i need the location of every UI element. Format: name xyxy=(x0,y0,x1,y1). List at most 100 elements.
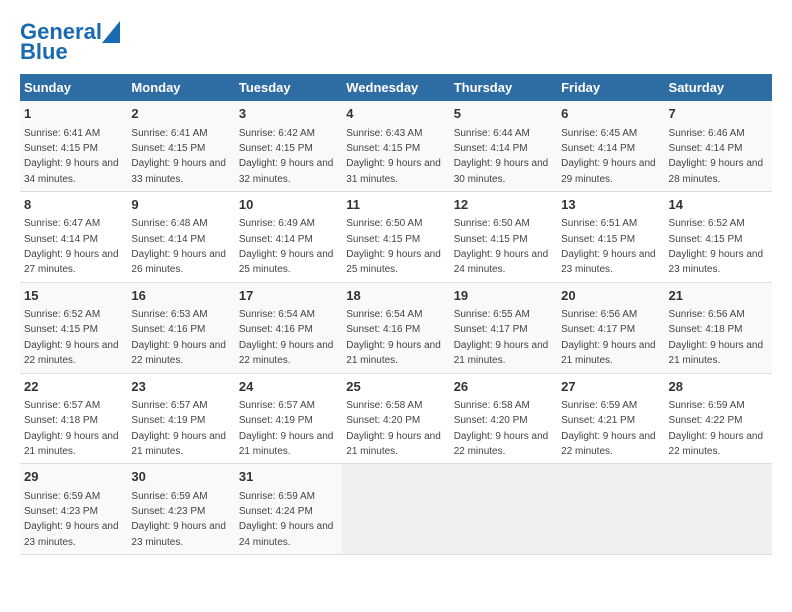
sunset-info: Sunset: 4:15 PM xyxy=(131,143,205,154)
sunset-info: Sunset: 4:15 PM xyxy=(24,143,98,154)
sunset-info: Sunset: 4:15 PM xyxy=(346,143,420,154)
logo-text-line2: Blue xyxy=(20,40,68,64)
sunrise-info: Sunrise: 6:57 AM xyxy=(24,400,100,411)
header-saturday: Saturday xyxy=(665,74,772,101)
sunset-info: Sunset: 4:17 PM xyxy=(454,324,528,335)
day-number: 12 xyxy=(454,196,553,214)
day-cell: 6 Sunrise: 6:45 AM Sunset: 4:14 PM Dayli… xyxy=(557,101,664,191)
sunset-info: Sunset: 4:20 PM xyxy=(454,415,528,426)
daylight-info: Daylight: 9 hours and 22 minutes. xyxy=(131,340,226,366)
sunset-info: Sunset: 4:14 PM xyxy=(454,143,528,154)
day-number: 17 xyxy=(239,287,338,305)
sunset-info: Sunset: 4:20 PM xyxy=(346,415,420,426)
sunset-info: Sunset: 4:15 PM xyxy=(346,234,420,245)
day-number: 26 xyxy=(454,378,553,396)
header-sunday: Sunday xyxy=(20,74,127,101)
day-number: 7 xyxy=(669,105,768,123)
day-number: 1 xyxy=(24,105,123,123)
sunset-info: Sunset: 4:14 PM xyxy=(239,234,313,245)
daylight-info: Daylight: 9 hours and 21 minutes. xyxy=(239,431,334,457)
daylight-info: Daylight: 9 hours and 23 minutes. xyxy=(669,249,764,275)
calendar-table: SundayMondayTuesdayWednesdayThursdayFrid… xyxy=(20,74,772,555)
sunset-info: Sunset: 4:16 PM xyxy=(239,324,313,335)
day-cell xyxy=(557,464,664,555)
day-cell: 21 Sunrise: 6:56 AM Sunset: 4:18 PM Dayl… xyxy=(665,282,772,373)
week-row-4: 22 Sunrise: 6:57 AM Sunset: 4:18 PM Dayl… xyxy=(20,373,772,464)
sunrise-info: Sunrise: 6:59 AM xyxy=(669,400,745,411)
sunrise-info: Sunrise: 6:42 AM xyxy=(239,128,315,139)
day-number: 21 xyxy=(669,287,768,305)
day-number: 16 xyxy=(131,287,230,305)
sunrise-info: Sunrise: 6:46 AM xyxy=(669,128,745,139)
sunrise-info: Sunrise: 6:56 AM xyxy=(561,309,637,320)
day-number: 31 xyxy=(239,468,338,486)
day-number: 10 xyxy=(239,196,338,214)
day-number: 24 xyxy=(239,378,338,396)
daylight-info: Daylight: 9 hours and 21 minutes. xyxy=(454,340,549,366)
day-number: 2 xyxy=(131,105,230,123)
daylight-info: Daylight: 9 hours and 21 minutes. xyxy=(346,431,441,457)
day-number: 9 xyxy=(131,196,230,214)
sunrise-info: Sunrise: 6:49 AM xyxy=(239,218,315,229)
day-number: 29 xyxy=(24,468,123,486)
day-cell: 16 Sunrise: 6:53 AM Sunset: 4:16 PM Dayl… xyxy=(127,282,234,373)
day-cell xyxy=(342,464,449,555)
sunset-info: Sunset: 4:15 PM xyxy=(669,234,743,245)
sunrise-info: Sunrise: 6:58 AM xyxy=(346,400,422,411)
day-number: 3 xyxy=(239,105,338,123)
day-cell: 17 Sunrise: 6:54 AM Sunset: 4:16 PM Dayl… xyxy=(235,282,342,373)
sunrise-info: Sunrise: 6:57 AM xyxy=(239,400,315,411)
day-cell: 19 Sunrise: 6:55 AM Sunset: 4:17 PM Dayl… xyxy=(450,282,557,373)
day-cell: 31 Sunrise: 6:59 AM Sunset: 4:24 PM Dayl… xyxy=(235,464,342,555)
daylight-info: Daylight: 9 hours and 28 minutes. xyxy=(669,158,764,184)
daylight-info: Daylight: 9 hours and 33 minutes. xyxy=(131,158,226,184)
day-number: 22 xyxy=(24,378,123,396)
week-row-3: 15 Sunrise: 6:52 AM Sunset: 4:15 PM Dayl… xyxy=(20,282,772,373)
day-cell: 13 Sunrise: 6:51 AM Sunset: 4:15 PM Dayl… xyxy=(557,192,664,283)
sunrise-info: Sunrise: 6:59 AM xyxy=(239,491,315,502)
day-cell: 2 Sunrise: 6:41 AM Sunset: 4:15 PM Dayli… xyxy=(127,101,234,191)
daylight-info: Daylight: 9 hours and 22 minutes. xyxy=(561,431,656,457)
sunset-info: Sunset: 4:19 PM xyxy=(131,415,205,426)
day-cell: 24 Sunrise: 6:57 AM Sunset: 4:19 PM Dayl… xyxy=(235,373,342,464)
day-number: 23 xyxy=(131,378,230,396)
daylight-info: Daylight: 9 hours and 21 minutes. xyxy=(131,431,226,457)
day-cell: 30 Sunrise: 6:59 AM Sunset: 4:23 PM Dayl… xyxy=(127,464,234,555)
sunset-info: Sunset: 4:14 PM xyxy=(561,143,635,154)
day-cell: 18 Sunrise: 6:54 AM Sunset: 4:16 PM Dayl… xyxy=(342,282,449,373)
header-tuesday: Tuesday xyxy=(235,74,342,101)
day-cell: 28 Sunrise: 6:59 AM Sunset: 4:22 PM Dayl… xyxy=(665,373,772,464)
page-header: General Blue xyxy=(20,20,772,64)
daylight-info: Daylight: 9 hours and 21 minutes. xyxy=(669,340,764,366)
day-cell: 7 Sunrise: 6:46 AM Sunset: 4:14 PM Dayli… xyxy=(665,101,772,191)
day-number: 4 xyxy=(346,105,445,123)
day-number: 8 xyxy=(24,196,123,214)
logo: General Blue xyxy=(20,20,120,64)
daylight-info: Daylight: 9 hours and 23 minutes. xyxy=(131,521,226,547)
sunrise-info: Sunrise: 6:47 AM xyxy=(24,218,100,229)
daylight-info: Daylight: 9 hours and 25 minutes. xyxy=(346,249,441,275)
day-cell: 25 Sunrise: 6:58 AM Sunset: 4:20 PM Dayl… xyxy=(342,373,449,464)
day-number: 19 xyxy=(454,287,553,305)
sunset-info: Sunset: 4:14 PM xyxy=(669,143,743,154)
day-cell: 10 Sunrise: 6:49 AM Sunset: 4:14 PM Dayl… xyxy=(235,192,342,283)
sunset-info: Sunset: 4:18 PM xyxy=(669,324,743,335)
week-row-1: 1 Sunrise: 6:41 AM Sunset: 4:15 PM Dayli… xyxy=(20,101,772,191)
sunrise-info: Sunrise: 6:53 AM xyxy=(131,309,207,320)
daylight-info: Daylight: 9 hours and 31 minutes. xyxy=(346,158,441,184)
sunset-info: Sunset: 4:24 PM xyxy=(239,506,313,517)
day-cell: 5 Sunrise: 6:44 AM Sunset: 4:14 PM Dayli… xyxy=(450,101,557,191)
sunrise-info: Sunrise: 6:55 AM xyxy=(454,309,530,320)
header-wednesday: Wednesday xyxy=(342,74,449,101)
sunrise-info: Sunrise: 6:50 AM xyxy=(346,218,422,229)
day-number: 20 xyxy=(561,287,660,305)
sunrise-info: Sunrise: 6:43 AM xyxy=(346,128,422,139)
sunrise-info: Sunrise: 6:45 AM xyxy=(561,128,637,139)
header-thursday: Thursday xyxy=(450,74,557,101)
sunrise-info: Sunrise: 6:52 AM xyxy=(24,309,100,320)
day-number: 30 xyxy=(131,468,230,486)
sunset-info: Sunset: 4:18 PM xyxy=(24,415,98,426)
sunset-info: Sunset: 4:16 PM xyxy=(346,324,420,335)
sunrise-info: Sunrise: 6:44 AM xyxy=(454,128,530,139)
daylight-info: Daylight: 9 hours and 22 minutes. xyxy=(239,340,334,366)
